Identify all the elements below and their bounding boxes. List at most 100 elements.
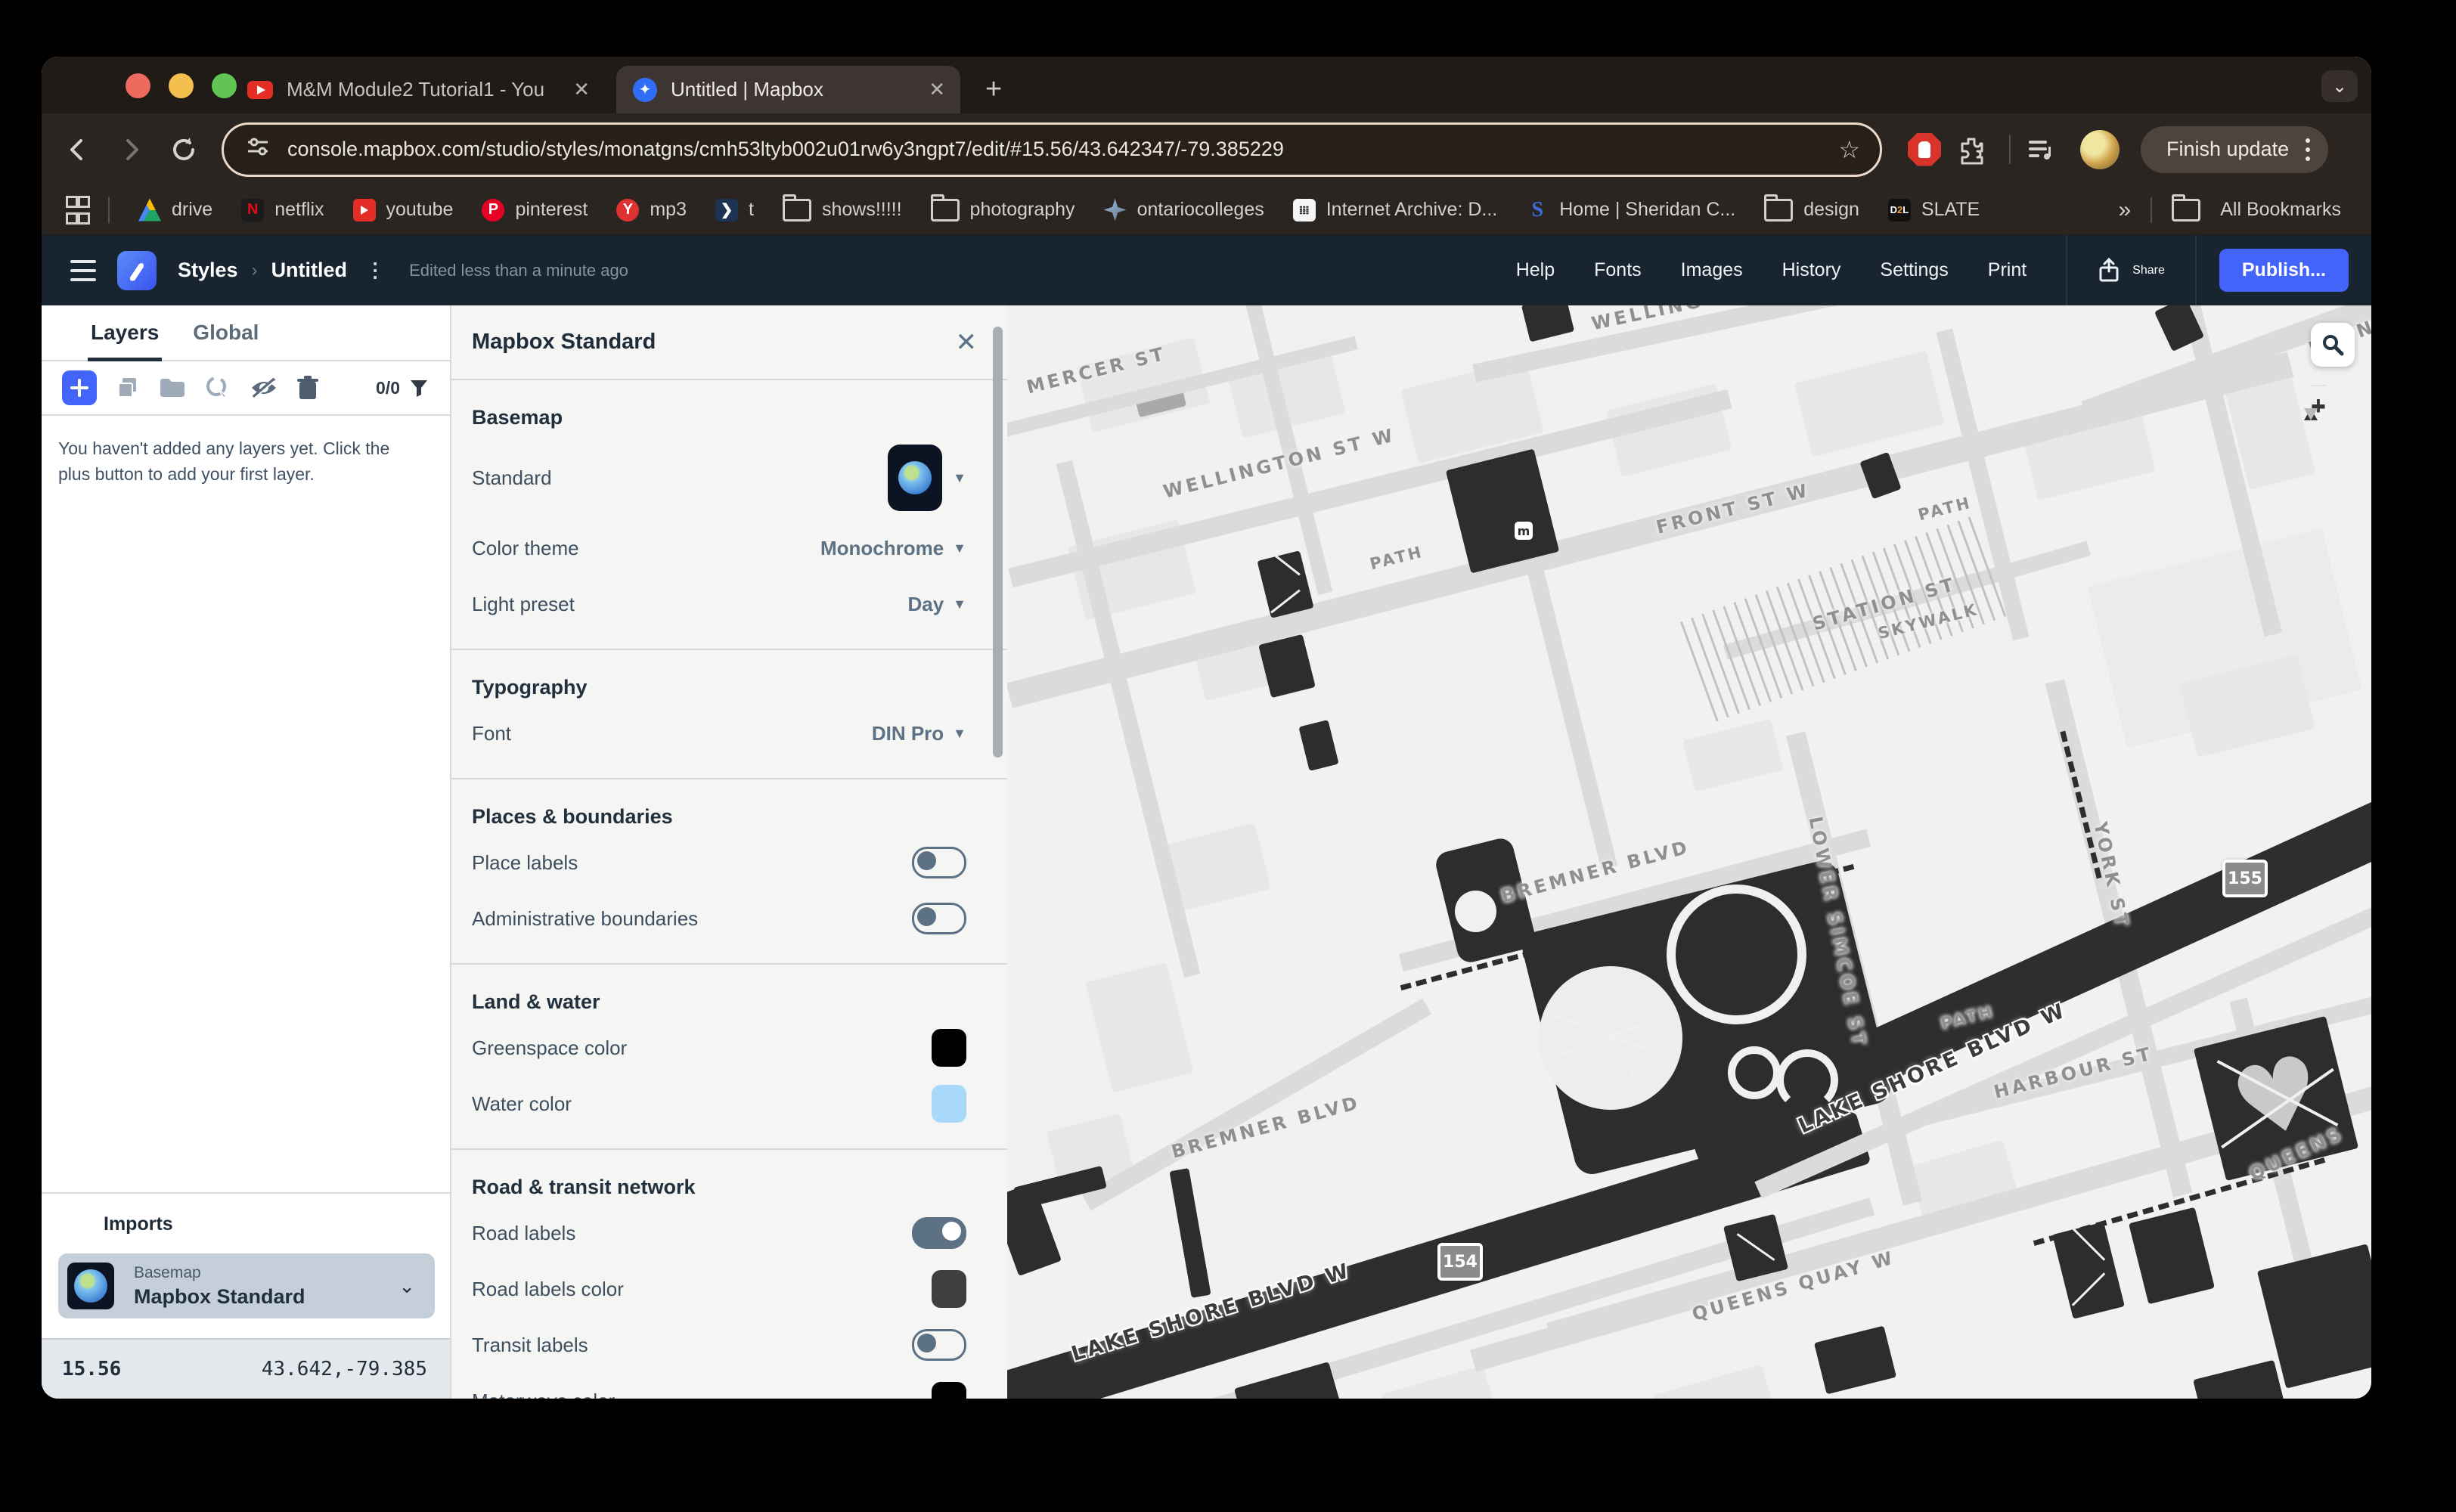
hamburger-menu-icon[interactable] — [70, 260, 96, 281]
zoom-out-button[interactable]: − — [2311, 385, 2326, 429]
nav-fonts[interactable]: Fonts — [1594, 259, 1642, 281]
browser-window: M&M Module2 Tutorial1 - You ✕ Untitled |… — [42, 57, 2371, 1399]
profile-avatar[interactable] — [2080, 130, 2120, 169]
bookmark-item[interactable]: Ppinterest — [482, 199, 588, 222]
reload-button[interactable] — [167, 133, 200, 166]
bookmark-item[interactable]: Ymp3 — [616, 199, 687, 222]
slate-icon: D2L — [1888, 199, 1911, 222]
duplicate-layer-icon[interactable] — [115, 375, 141, 401]
setting-value-dropdown[interactable]: Monochrome▼ — [820, 537, 966, 560]
setting-row-light-preset: Light presetDay▼ — [472, 582, 966, 626]
setting-label: Administrative boundaries — [472, 907, 698, 931]
pinterest-icon: P — [482, 199, 504, 222]
new-tab-button[interactable]: + — [985, 75, 1002, 104]
apps-grid-icon[interactable] — [66, 196, 85, 225]
breadcrumb-untitled[interactable]: Untitled — [271, 259, 348, 282]
nav-images[interactable]: Images — [1681, 259, 1743, 281]
chevron-down-icon[interactable]: ▼ — [953, 470, 966, 486]
setting-label: Road labels color — [472, 1278, 624, 1301]
toggle-on[interactable] — [912, 1217, 966, 1249]
setting-row-administrative-boundaries: Administrative boundaries — [472, 897, 966, 940]
close-panel-icon[interactable]: ✕ — [956, 327, 978, 358]
sheridan-icon: S — [1526, 199, 1549, 222]
map-canvas[interactable]: m — [1007, 305, 2371, 1399]
extensions-puzzle-icon[interactable] — [1955, 133, 1988, 166]
delete-layer-trash-icon[interactable] — [296, 375, 319, 401]
nav-history[interactable]: History — [1782, 259, 1841, 281]
hide-layer-eye-off-icon[interactable] — [250, 376, 278, 400]
color-swatch[interactable] — [932, 1270, 966, 1308]
toggle-off[interactable] — [912, 847, 966, 878]
bookmark-star-icon[interactable]: ☆ — [1838, 135, 1860, 164]
basemap-import-card[interactable]: Basemap Mapbox Standard ⌄ — [58, 1253, 435, 1318]
adblock-extension-icon[interactable] — [1908, 133, 1941, 166]
macos-traffic-lights[interactable] — [126, 73, 237, 98]
close-window-button[interactable] — [126, 73, 150, 98]
finish-update-button[interactable]: Finish update — [2141, 126, 2328, 173]
add-layer-button[interactable] — [62, 370, 97, 405]
bookmark-item[interactable]: design — [1764, 199, 1859, 222]
publish-button[interactable]: Publish... — [2219, 249, 2349, 292]
studio-header: Styles › Untitled ⋮ Edited less than a m… — [42, 235, 2371, 305]
bookmark-label: mp3 — [650, 199, 687, 221]
bookmark-item[interactable]: youtube — [353, 199, 454, 222]
bookmark-item[interactable]: photography — [931, 199, 1075, 222]
tab-title: Untitled | Mapbox — [671, 78, 913, 101]
setting-value-dropdown[interactable]: DIN Pro▼ — [872, 722, 966, 745]
breadcrumb-styles[interactable]: Styles — [178, 259, 238, 282]
all-bookmarks-label[interactable]: All Bookmarks — [2220, 199, 2341, 221]
tab-mapbox[interactable]: Untitled | Mapbox ✕ — [616, 66, 960, 113]
bookmark-item[interactable]: ontariocolleges — [1104, 199, 1264, 222]
color-swatch[interactable] — [932, 1029, 966, 1067]
group-folder-icon[interactable] — [159, 376, 186, 399]
bookmark-label: photography — [970, 199, 1075, 221]
close-tab-icon[interactable]: ✕ — [573, 78, 590, 101]
tab-title: M&M Module2 Tutorial1 - You — [287, 78, 558, 101]
mapbox-studio-logo[interactable] — [117, 251, 157, 290]
nav-print[interactable]: Print — [1988, 259, 2027, 281]
nav-help[interactable]: Help — [1516, 259, 1555, 281]
bookmark-item[interactable]: drive — [138, 199, 212, 222]
tab-layers[interactable]: Layers — [91, 305, 159, 360]
bookmark-item[interactable]: SHome | Sheridan C... — [1526, 199, 1735, 222]
bookmark-item[interactable]: Nnetflix — [241, 199, 324, 222]
color-swatch[interactable] — [932, 1382, 966, 1399]
style-options-kebab-icon[interactable]: ⋮ — [365, 259, 386, 282]
share-button[interactable]: Share — [2098, 258, 2165, 284]
nav-settings[interactable]: Settings — [1880, 259, 1948, 281]
bookmark-item[interactable]: ❯t — [715, 199, 754, 222]
media-playlist-icon[interactable] — [2024, 133, 2058, 166]
url-text[interactable]: console.mapbox.com/studio/styles/monatgn… — [287, 138, 1838, 161]
minimize-window-button[interactable] — [169, 73, 194, 98]
toggle-off[interactable] — [912, 903, 966, 934]
basemap-style-thumbnail[interactable] — [888, 445, 942, 511]
folder-icon — [931, 199, 960, 222]
filter-funnel-icon[interactable] — [409, 378, 429, 398]
forward-button[interactable] — [114, 133, 147, 166]
setting-value-dropdown[interactable]: Day▼ — [907, 593, 966, 616]
browser-menu-icon[interactable] — [2306, 138, 2310, 161]
chevron-down-icon: ▼ — [953, 596, 966, 612]
map-search-button[interactable] — [2311, 323, 2355, 367]
panel-scrollbar[interactable] — [993, 327, 1003, 758]
back-button[interactable] — [61, 133, 95, 166]
close-tab-icon[interactable]: ✕ — [929, 78, 945, 101]
chevron-down-icon[interactable]: ⌄ — [398, 1275, 415, 1298]
tab-youtube[interactable]: M&M Module2 Tutorial1 - You ✕ — [231, 66, 605, 113]
bookmark-item[interactable]: D2LSLATE — [1888, 199, 1980, 222]
section-road-transit-network: Road & transit networkRoad labelsRoad la… — [451, 1150, 1007, 1399]
bookmark-item[interactable]: 𝍖Internet Archive: D... — [1293, 199, 1498, 222]
tab-search-chevron-icon[interactable]: ⌄ — [2321, 70, 2358, 102]
select-feature-icon[interactable] — [204, 374, 231, 401]
section-heading: Land & water — [472, 990, 966, 1014]
tab-global[interactable]: Global — [193, 305, 259, 360]
panel-title: Mapbox Standard — [472, 330, 656, 355]
site-settings-icon[interactable] — [245, 134, 271, 165]
share-label: Share — [2132, 264, 2165, 277]
section-heading: Basemap — [472, 406, 966, 429]
color-swatch[interactable] — [932, 1085, 966, 1123]
bookmarks-overflow-chevron[interactable]: » — [2119, 197, 2132, 223]
address-bar[interactable]: console.mapbox.com/studio/styles/monatgn… — [222, 122, 1882, 177]
bookmark-item[interactable]: shows!!!!! — [783, 199, 902, 222]
toggle-off[interactable] — [912, 1329, 966, 1361]
